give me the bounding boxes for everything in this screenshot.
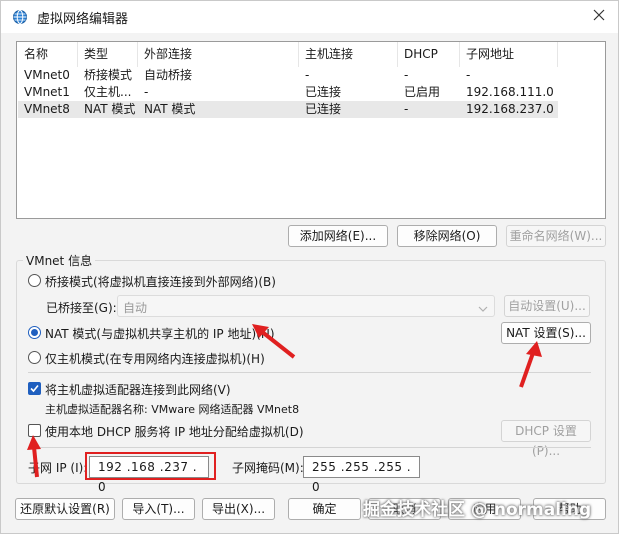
subnet-mask-label: 子网掩码(M): bbox=[232, 461, 304, 475]
window-title: 虚拟网络编辑器 bbox=[37, 12, 129, 27]
cell-dhcp: - bbox=[404, 68, 409, 82]
virtual-network-editor-window: 虚拟网络编辑器 名称 类型 外部连接 主机连接 DHCP 子网地址 VMnet0… bbox=[0, 0, 619, 534]
add-network-button[interactable]: 添加网络(E)... bbox=[288, 225, 388, 247]
dhcp-label: 使用本地 DHCP 服务将 IP 地址分配给虚拟机(D) bbox=[45, 425, 304, 439]
import-button[interactable]: 导入(T)... bbox=[122, 498, 195, 520]
subnet-mask-input[interactable]: 255 .255 .255 . 0 bbox=[303, 456, 420, 494]
column-header-dhcp[interactable]: DHCP bbox=[398, 42, 460, 67]
annotation-highlight-box bbox=[85, 452, 216, 480]
bridge-mode-radio[interactable] bbox=[28, 274, 41, 287]
bridge-mode-label: 桥接模式(将虚拟机直接连接到外部网络)(B) bbox=[45, 275, 276, 289]
remove-network-button[interactable]: 移除网络(O) bbox=[397, 225, 497, 247]
cell-name: VMnet8 bbox=[24, 102, 70, 116]
network-globe-icon bbox=[12, 9, 28, 25]
export-button[interactable]: 导出(X)... bbox=[202, 498, 275, 520]
network-list[interactable]: 名称 类型 外部连接 主机连接 DHCP 子网地址 VMnet0 桥接模式 自动… bbox=[16, 41, 606, 219]
column-header-host[interactable]: 主机连接 bbox=[299, 42, 398, 67]
bridged-to-label: 已桥接至(G): bbox=[46, 301, 117, 315]
restore-defaults-button[interactable]: 还原默认设置(R) bbox=[15, 498, 115, 520]
cell-host: - bbox=[305, 68, 310, 82]
cell-dhcp: - bbox=[404, 102, 409, 116]
column-header-external[interactable]: 外部连接 bbox=[138, 42, 299, 67]
cell-external: 自动桥接 bbox=[144, 68, 193, 82]
chevron-down-icon bbox=[478, 302, 488, 316]
dhcp-settings-button[interactable]: DHCP 设置(P)... bbox=[501, 420, 591, 458]
divider bbox=[28, 447, 591, 448]
cell-external: - bbox=[144, 85, 149, 99]
cell-name: VMnet1 bbox=[24, 85, 70, 99]
annotation-arrow-icon bbox=[252, 324, 296, 359]
column-header-subnet[interactable]: 子网地址 bbox=[460, 42, 558, 67]
auto-settings-button[interactable]: 自动设置(U)... bbox=[504, 295, 590, 317]
cell-type: NAT 模式 bbox=[84, 102, 136, 116]
connect-adapter-label: 将主机虚拟适配器连接到此网络(V) bbox=[45, 383, 231, 397]
host-only-radio[interactable] bbox=[28, 351, 41, 364]
close-icon bbox=[593, 9, 605, 24]
cell-dhcp: 已启用 bbox=[404, 85, 441, 99]
rename-network-button[interactable]: 重命名网络(W)... bbox=[506, 225, 606, 247]
close-button[interactable] bbox=[585, 4, 613, 28]
cell-subnet: - bbox=[466, 68, 471, 82]
cell-name: VMnet0 bbox=[24, 68, 70, 82]
table-row[interactable]: VMnet1 仅主机... - 已连接 已启用 192.168.111.0 bbox=[18, 84, 558, 101]
adapter-name-text: 主机虚拟适配器名称: VMware 网络适配器 VMnet8 bbox=[45, 403, 300, 416]
table-row-selected[interactable]: VMnet8 NAT 模式 NAT 模式 已连接 - 192.168.237.0 bbox=[18, 101, 558, 118]
cell-host: 已连接 bbox=[305, 102, 342, 116]
ok-button[interactable]: 确定 bbox=[288, 498, 361, 520]
cell-type: 仅主机... bbox=[84, 85, 132, 99]
bridged-to-value: 自动 bbox=[123, 301, 148, 315]
watermark-text: 掘金技术社区 @ normaling bbox=[363, 500, 592, 520]
table-row[interactable]: VMnet0 桥接模式 自动桥接 - - - bbox=[18, 67, 558, 84]
column-header-type[interactable]: 类型 bbox=[78, 42, 138, 67]
column-header-name[interactable]: 名称 bbox=[18, 42, 78, 67]
cell-type: 桥接模式 bbox=[84, 68, 133, 82]
bridged-to-select[interactable]: 自动 bbox=[117, 295, 495, 317]
nat-mode-radio[interactable] bbox=[28, 326, 41, 339]
nat-mode-label: NAT 模式(与虚拟机共享主机的 IP 地址)(N) bbox=[45, 327, 275, 341]
host-only-label: 仅主机模式(在专用网络内连接虚拟机)(H) bbox=[45, 352, 265, 366]
cell-host: 已连接 bbox=[305, 85, 342, 99]
vmnet-info-label: VMnet 信息 bbox=[23, 252, 96, 269]
cell-subnet: 192.168.237.0 bbox=[466, 102, 554, 116]
connect-adapter-checkbox[interactable] bbox=[28, 382, 41, 395]
cell-external: NAT 模式 bbox=[144, 102, 196, 116]
divider bbox=[28, 372, 591, 373]
cell-subnet: 192.168.111.0 bbox=[466, 85, 554, 99]
annotation-arrow-icon bbox=[519, 341, 542, 388]
annotation-arrow-icon bbox=[27, 435, 41, 478]
title-bar: 虚拟网络编辑器 bbox=[1, 1, 618, 33]
